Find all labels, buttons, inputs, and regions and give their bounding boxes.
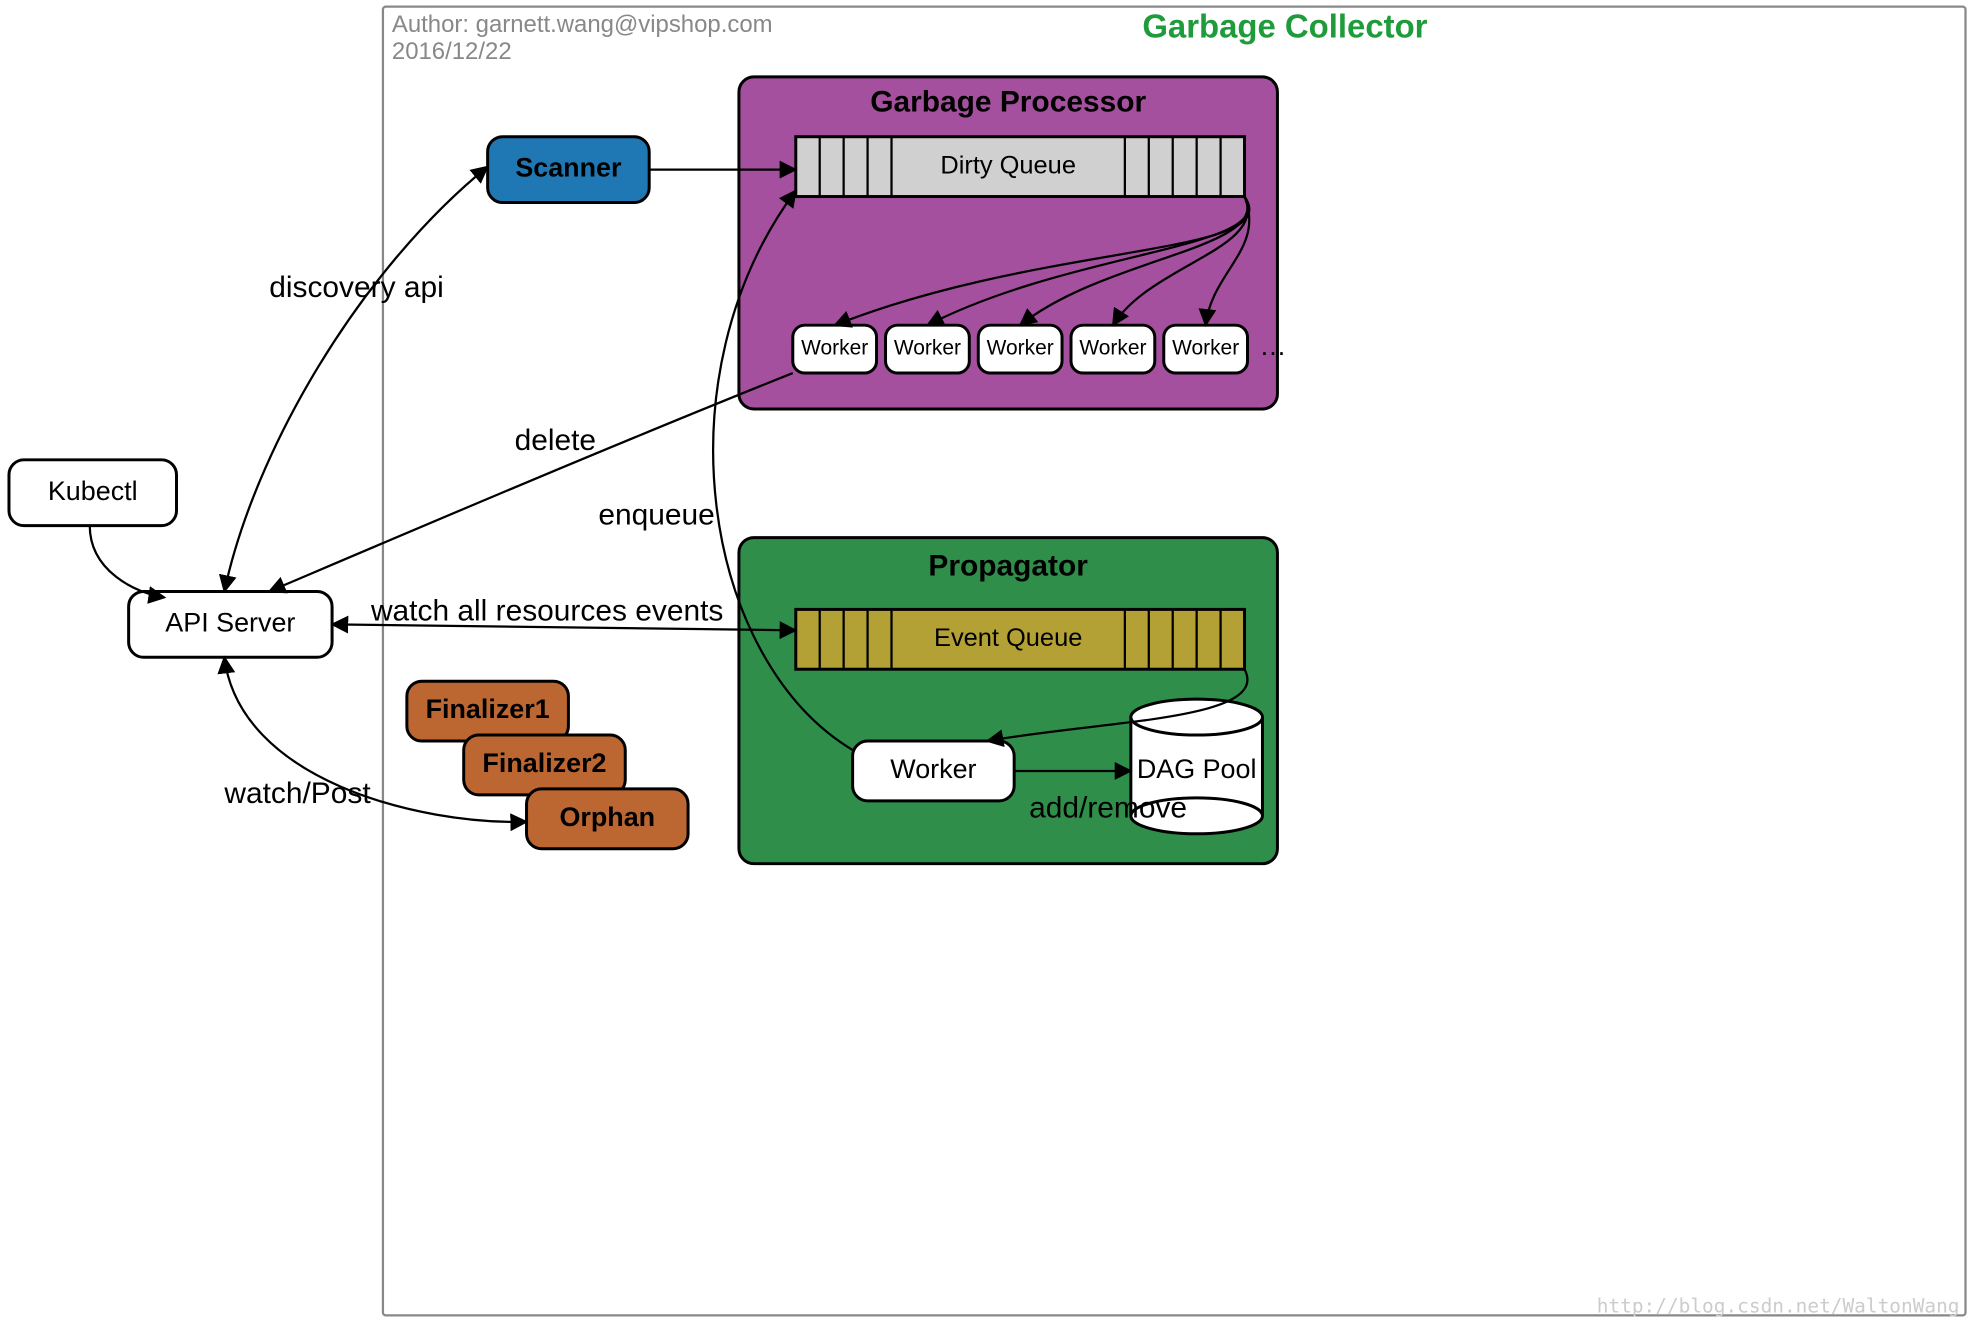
gc-title: Garbage Collector [1142, 8, 1427, 45]
svg-text:Worker: Worker [894, 337, 961, 360]
gp-worker-1: Worker [886, 325, 970, 373]
finalizer2-label: Finalizer2 [482, 748, 606, 778]
watermark: http://blog.csdn.net/WaltonWang [1597, 1294, 1960, 1317]
gp-worker-3: Worker [1071, 325, 1155, 373]
edge-kubectl-apiserver [90, 526, 165, 598]
api-server-label: API Server [165, 607, 295, 637]
gp-title: Garbage Processor [870, 86, 1146, 119]
edge-discovery-api-label: discovery api [269, 271, 444, 304]
edge-delete-label: delete [515, 424, 596, 457]
edge-watch-post-label: watch/Post [223, 777, 371, 810]
dirty-queue-label: Dirty Queue [940, 151, 1076, 179]
diagram-canvas: Garbage Collector Author: garnett.wang@v… [0, 0, 1970, 1322]
gp-worker-2: Worker [978, 325, 1062, 373]
dirty-queue: Dirty Queue [796, 137, 1245, 197]
gp-ellipsis: … [1259, 331, 1286, 361]
svg-text:Worker: Worker [1172, 337, 1239, 360]
scanner-label: Scanner [515, 153, 622, 183]
gp-worker-0: Worker [793, 325, 877, 373]
dag-pool-label: DAG Pool [1137, 754, 1257, 784]
svg-text:Worker: Worker [1079, 337, 1146, 360]
edge-watch-all-label: watch all resources events [370, 594, 723, 627]
orphan-label: Orphan [559, 802, 655, 832]
propagator-title: Propagator [928, 549, 1088, 582]
date-line: 2016/12/22 [392, 38, 512, 65]
event-queue: Event Queue [796, 609, 1245, 669]
author-line: Author: garnett.wang@vipshop.com [392, 11, 773, 38]
edge-enqueue-label: enqueue [598, 499, 714, 532]
kubectl-label: Kubectl [48, 476, 138, 506]
gp-worker-4: Worker [1164, 325, 1248, 373]
finalizer1-label: Finalizer1 [426, 694, 550, 724]
gp-workers: Worker Worker Worker Worker Worker … [793, 325, 1287, 373]
edge-add-remove-label: add/remove [1029, 792, 1187, 825]
edge-discovery-api [224, 167, 487, 592]
svg-text:Worker: Worker [801, 337, 868, 360]
svg-text:Worker: Worker [987, 337, 1054, 360]
prop-worker-label: Worker [890, 754, 976, 784]
event-queue-label: Event Queue [934, 624, 1082, 652]
